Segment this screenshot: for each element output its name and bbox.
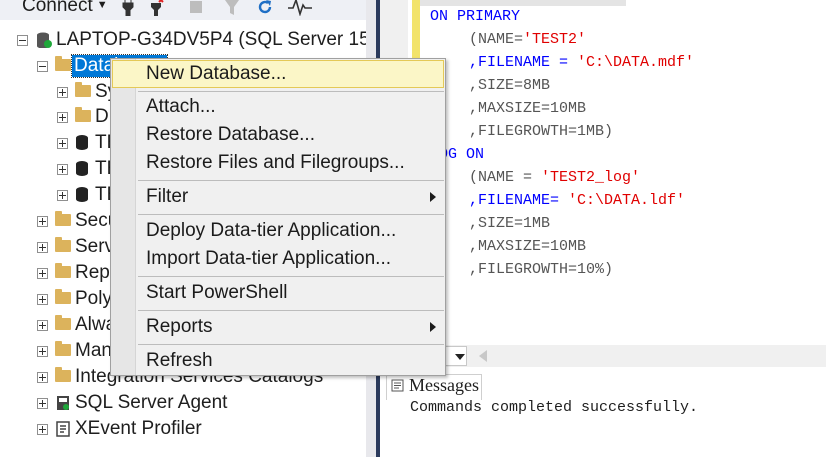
- menu-separator: [138, 214, 444, 215]
- result-message: Commands completed successfully.: [410, 399, 699, 416]
- folder-icon: [55, 367, 71, 382]
- tree-node-label: D: [95, 106, 109, 127]
- code-line: ,FILENAME = 'C:\DATA.mdf': [469, 54, 695, 71]
- server-node-label: LAPTOP-G34DV5P4 (SQL Server 15.0: [56, 29, 386, 50]
- menu-item-label: Attach...: [146, 96, 216, 117]
- expand-toggle-icon[interactable]: [57, 87, 68, 98]
- menu-item-label: Refresh: [146, 350, 213, 371]
- connect-button[interactable]: Connect ▼: [22, 0, 108, 17]
- menu-item-import-data-tier[interactable]: Import Data-tier Application...: [112, 245, 444, 273]
- menu-item-label: Deploy Data-tier Application...: [146, 220, 397, 241]
- expand-toggle-icon[interactable]: [37, 346, 48, 357]
- menu-item-label: Reports: [146, 316, 213, 337]
- menu-item-filter[interactable]: Filter: [112, 183, 444, 211]
- expand-toggle-icon[interactable]: [37, 372, 48, 383]
- tree-node-label: SQL Server Agent: [75, 392, 228, 413]
- expand-toggle-icon[interactable]: [37, 398, 48, 409]
- messages-tab-label: Messages: [409, 375, 479, 395]
- code-line: ,FILENAME= 'C:\DATA.ldf': [469, 192, 686, 209]
- menu-item-restore-files[interactable]: Restore Files and Filegroups...: [112, 149, 444, 177]
- folder-icon: [55, 237, 71, 252]
- expand-toggle-icon[interactable]: [37, 268, 48, 279]
- code-line: ,SIZE=8MB: [469, 77, 551, 94]
- menu-item-label: Filter: [146, 186, 189, 207]
- menu-item-reports[interactable]: Reports: [112, 313, 444, 341]
- refresh-icon[interactable]: [257, 0, 273, 16]
- expand-toggle-icon[interactable]: [57, 190, 68, 201]
- menu-item-new-database[interactable]: New Database...: [112, 60, 444, 88]
- xevent-profiler-icon: [56, 421, 70, 437]
- submenu-arrow-icon: [430, 322, 436, 332]
- submenu-arrow-icon: [430, 192, 436, 202]
- expand-toggle-icon[interactable]: [57, 138, 68, 149]
- menu-separator: [138, 91, 444, 92]
- code-line: ,FILEGROWTH=1MB): [469, 123, 614, 140]
- activity-monitor-icon[interactable]: [288, 0, 312, 16]
- menu-item-label: Start PowerShell: [146, 282, 288, 303]
- filter-icon[interactable]: [224, 0, 240, 16]
- expand-toggle-icon[interactable]: [37, 320, 48, 331]
- menu-item-label: Restore Files and Filegroups...: [146, 152, 405, 173]
- agent-icon: [57, 396, 69, 410]
- folder-icon: [55, 315, 71, 330]
- code-line: ,MAXSIZE=10MB: [469, 238, 587, 255]
- folder-icon: [75, 107, 91, 122]
- folder-icon: [55, 289, 71, 304]
- tree-node-sql-server-agent[interactable]: SQL Server Agent: [0, 391, 366, 415]
- connect-plug-icon[interactable]: [120, 0, 136, 16]
- menu-item-start-powershell[interactable]: Start PowerShell: [112, 279, 444, 307]
- messages-icon: [391, 379, 404, 392]
- menu-separator: [138, 310, 444, 311]
- collapse-toggle-icon[interactable]: [17, 35, 28, 46]
- menu-item-attach[interactable]: Attach...: [112, 93, 444, 121]
- tree-node-label: Poly: [75, 288, 112, 309]
- database-icon: [76, 187, 88, 202]
- folder-icon: [75, 82, 91, 97]
- menu-separator: [138, 180, 444, 181]
- folder-icon: [55, 211, 71, 226]
- database-icon: [76, 161, 88, 176]
- folder-icon: [55, 56, 71, 71]
- menu-separator: [138, 344, 444, 345]
- server-icon: [37, 32, 52, 48]
- server-node[interactable]: LAPTOP-G34DV5P4 (SQL Server 15.0: [0, 28, 386, 52]
- folder-icon: [55, 341, 71, 356]
- menu-separator: [138, 276, 444, 277]
- code-line: (NAME = 'TEST2_log': [469, 169, 641, 186]
- tree-node-label: Serv: [75, 236, 115, 257]
- tree-node-xevent-profiler[interactable]: XEvent Profiler: [0, 417, 366, 441]
- database-icon: [76, 135, 88, 150]
- disconnect-icon[interactable]: [148, 0, 164, 16]
- menu-item-label: New Database...: [146, 63, 287, 84]
- expand-toggle-icon[interactable]: [37, 294, 48, 305]
- code-line: ,FILEGROWTH=10%): [469, 261, 614, 278]
- code-line: ,MAXSIZE=10MB: [469, 100, 587, 117]
- menu-item-label: Import Data-tier Application...: [146, 248, 391, 269]
- object-explorer-toolbar: Connect ▼: [0, 0, 376, 20]
- stop-icon[interactable]: [188, 0, 204, 16]
- folder-icon: [55, 263, 71, 278]
- expand-toggle-icon[interactable]: [57, 112, 68, 123]
- menu-item-restore-database[interactable]: Restore Database...: [112, 121, 444, 149]
- expand-toggle-icon[interactable]: [37, 216, 48, 227]
- code-line: ON PRIMARY: [430, 8, 521, 25]
- expand-toggle-icon[interactable]: [57, 164, 68, 175]
- menu-item-deploy-data-tier[interactable]: Deploy Data-tier Application...: [112, 217, 444, 245]
- expand-toggle-icon[interactable]: [37, 242, 48, 253]
- tree-node-label: XEvent Profiler: [75, 418, 202, 439]
- code-line: (NAME='TEST2': [469, 31, 587, 48]
- tree-node-label: Man: [75, 340, 112, 361]
- tree-node-label: Rep: [75, 262, 110, 283]
- menu-item-refresh[interactable]: Refresh: [112, 347, 444, 375]
- menu-item-label: Restore Database...: [146, 124, 315, 145]
- scroll-left-icon[interactable]: [478, 350, 488, 362]
- dropdown-arrow-icon[interactable]: [452, 347, 468, 365]
- code-line: ,SIZE=1MB: [469, 215, 551, 232]
- collapse-toggle-icon[interactable]: [37, 61, 48, 72]
- expand-toggle-icon[interactable]: [37, 424, 48, 435]
